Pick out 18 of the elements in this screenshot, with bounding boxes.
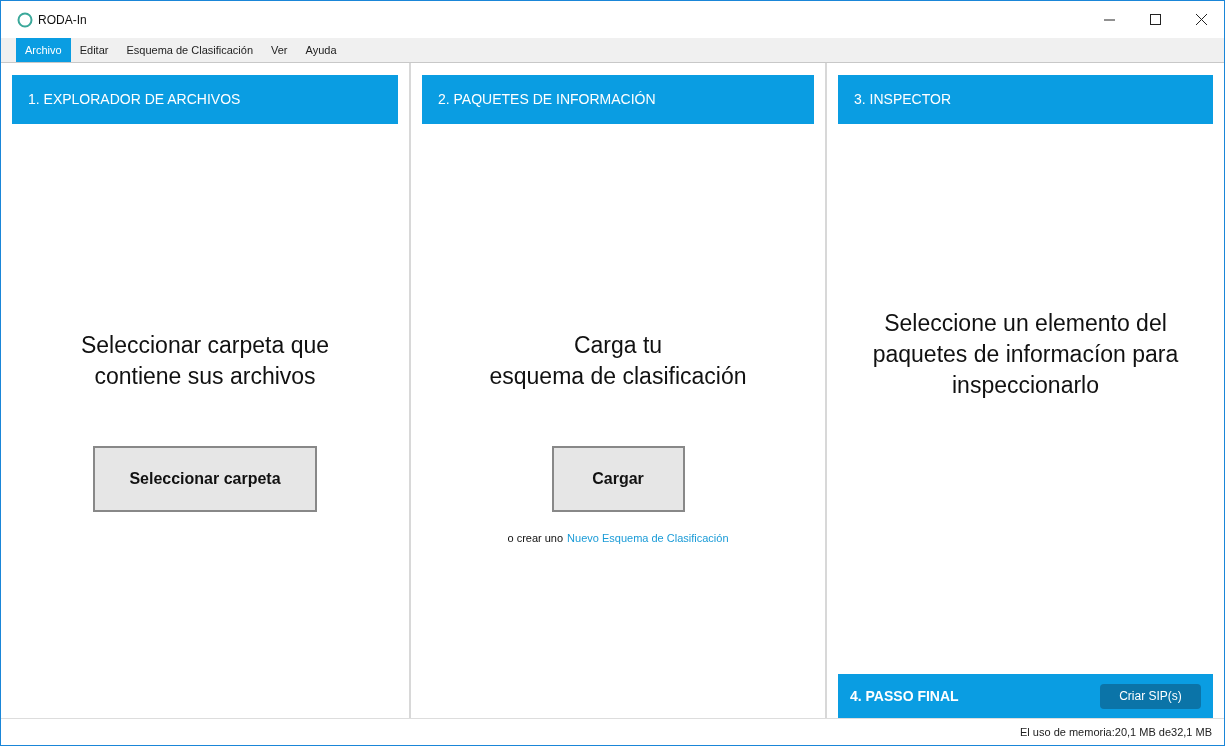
panel-header: 1. EXPLORADOR DE ARCHIVOS xyxy=(12,75,398,124)
panel-header: 2. PAQUETES DE INFORMACIÓN xyxy=(422,75,814,124)
create-sip-button[interactable]: Criar SIP(s) xyxy=(1100,683,1201,709)
final-step-title: 4. PASSO FINAL xyxy=(850,686,959,706)
load-button[interactable]: Cargar xyxy=(551,446,685,512)
panel-message: Seleccione un elemento del paquetes de informacíon para inspeccionarlo xyxy=(872,309,1179,400)
panel-header: 3. INSPECTOR xyxy=(838,75,1213,124)
panel-message: Seleccionar carpeta que contiene sus archivos xyxy=(80,331,330,391)
memory-usage-status: El uso de memoria:20,1 MB de32,1 MB xyxy=(1020,724,1212,740)
menu-item[interactable]: Editar xyxy=(70,38,118,62)
menu-item[interactable]: Esquema de Clasificación xyxy=(117,38,262,62)
create-hint: o crear uno xyxy=(507,531,564,546)
menu-item[interactable]: Ayuda xyxy=(296,38,346,62)
panel-message: Carga tu esquema de clasificación xyxy=(489,331,747,391)
window-title: RODA-In xyxy=(38,11,87,29)
menu-item[interactable]: Ver xyxy=(262,38,297,62)
select-folder-button[interactable]: Seleccionar carpeta xyxy=(93,446,317,512)
app-logo-icon xyxy=(17,11,33,28)
